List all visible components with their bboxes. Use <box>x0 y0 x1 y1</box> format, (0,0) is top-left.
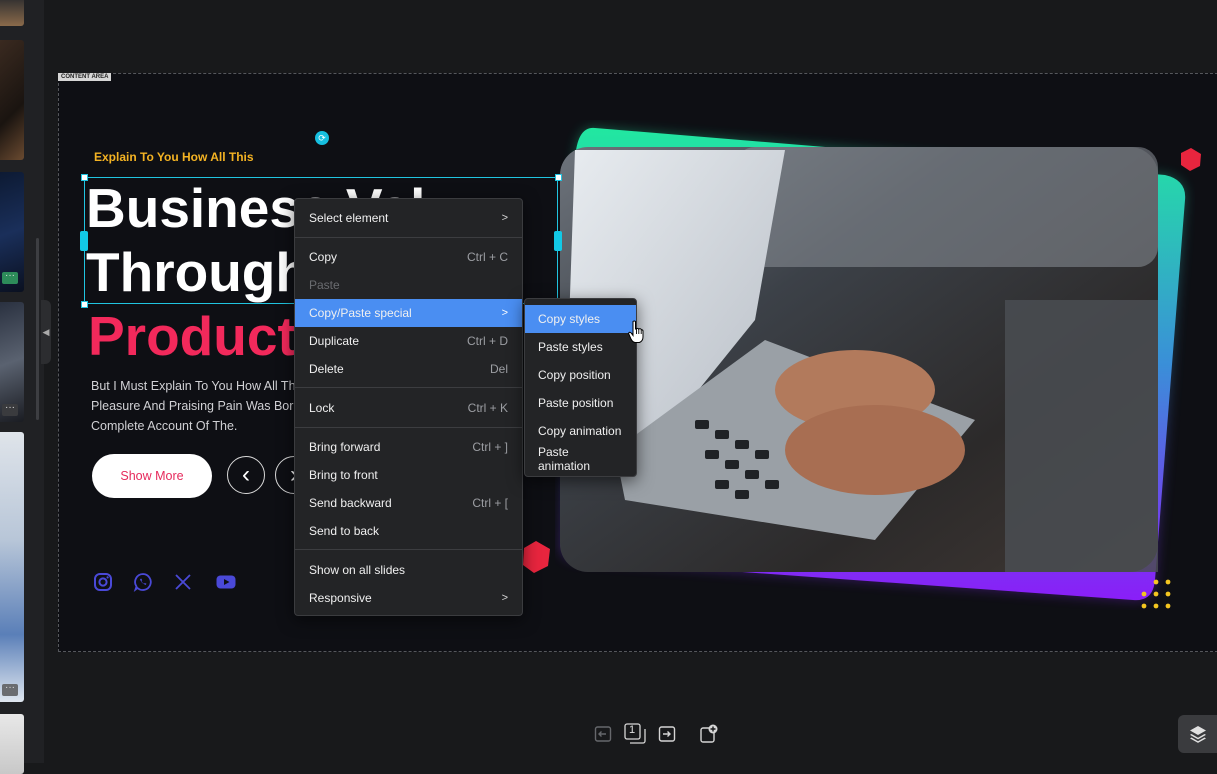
menu-item-shortcut: Ctrl + D <box>466 334 508 348</box>
collapse-panel-handle[interactable]: ◀ <box>41 300 51 364</box>
slide-thumbnail[interactable]: ··· <box>0 432 24 702</box>
menu-item-label: Paste <box>309 278 340 292</box>
show-more-button[interactable]: Show More <box>92 454 212 498</box>
rotate-handle[interactable]: ⟳ <box>315 131 329 145</box>
menu-item-select-element[interactable]: Select element > <box>295 204 522 232</box>
submenu-item-copy-styles[interactable]: Copy styles <box>525 305 636 333</box>
submenu-item-paste-styles[interactable]: Paste styles <box>525 333 636 361</box>
menu-item-duplicate[interactable]: Duplicate Ctrl + D <box>295 327 522 355</box>
menu-item-shortcut: Ctrl + C <box>466 250 508 264</box>
submenu-item-copy-animation[interactable]: Copy animation <box>525 417 636 445</box>
context-menu: Select element > Copy Ctrl + C Paste Cop… <box>294 198 523 616</box>
menu-item-copy[interactable]: Copy Ctrl + C <box>295 243 522 271</box>
menu-item-label: Show on all slides <box>309 563 406 577</box>
rotate-icon: ⟳ <box>318 132 326 143</box>
chevron-left-icon: ◀ <box>42 326 50 337</box>
slide-thumbnail[interactable]: ··· <box>0 172 24 292</box>
menu-item-shortcut: Ctrl + K <box>467 401 508 415</box>
slide-toolbar: 1 <box>590 716 730 752</box>
instagram-icon[interactable] <box>93 572 113 592</box>
menu-divider <box>295 427 522 428</box>
x-icon[interactable] <box>173 572 193 592</box>
slide-thumbnail[interactable]: ··· <box>0 40 24 160</box>
thumbnail-more-icon[interactable]: ··· <box>2 403 18 416</box>
slide-thumbnail[interactable]: ··· <box>0 302 24 422</box>
chevron-right-icon: > <box>501 212 508 224</box>
decor-dots <box>1141 579 1171 609</box>
menu-item-bring-to-front[interactable]: Bring to front <box>295 461 522 489</box>
menu-item-label: Delete <box>309 362 344 376</box>
menu-item-label: Select element <box>309 211 389 225</box>
submenu-item-copy-position[interactable]: Copy position <box>525 361 636 389</box>
menu-item-lock[interactable]: Lock Ctrl + K <box>295 394 522 422</box>
chevron-right-icon: > <box>501 307 508 319</box>
decor-hexagon <box>523 541 550 573</box>
slide-body-text[interactable]: But I Must Explain To You How All Th Ple… <box>91 376 321 436</box>
resize-handle[interactable] <box>81 301 88 308</box>
menu-item-label: Send backward <box>309 496 392 510</box>
chevron-left-icon: ‹ <box>242 461 250 488</box>
submenu-item-paste-position[interactable]: Paste position <box>525 389 636 417</box>
menu-item-label: Duplicate <box>309 334 360 348</box>
layers-button[interactable] <box>1178 715 1217 753</box>
submenu-item-paste-animation[interactable]: Paste animation <box>525 445 636 473</box>
content-area-tag: CONTENT AREA <box>58 73 112 81</box>
whatsapp-icon[interactable] <box>133 572 153 592</box>
menu-item-shortcut: Del <box>489 362 508 376</box>
hero-image-graphic <box>560 127 1186 601</box>
menu-item-label: Responsive <box>309 591 372 605</box>
slide-thumbnail-strip: ··· ··· ··· ··· ◀ <box>0 0 51 774</box>
strip-scrollbar[interactable] <box>36 238 39 420</box>
slide-thumbnail[interactable] <box>0 714 24 774</box>
move-slide-left-icon[interactable] <box>590 721 616 747</box>
thumbnail-more-icon[interactable]: ··· <box>2 271 18 284</box>
page-number-indicator[interactable]: 1 <box>622 721 648 747</box>
hand-pointer-cursor-icon <box>628 320 644 343</box>
resize-handle-side[interactable] <box>554 231 562 251</box>
resize-handle[interactable] <box>81 174 88 181</box>
copy-paste-special-submenu: Copy styles Paste styles Copy position P… <box>524 298 637 477</box>
menu-item-label: Bring forward <box>309 440 381 454</box>
menu-item-shortcut: Ctrl + [ <box>472 496 508 510</box>
menu-item-show-on-all-slides[interactable]: Show on all slides <box>295 556 522 584</box>
menu-item-bring-forward[interactable]: Bring forward Ctrl + ] <box>295 433 522 461</box>
slide-thumbnail[interactable] <box>0 0 24 26</box>
menu-item-label: Bring to front <box>309 468 378 482</box>
decor-hexagon <box>1181 148 1201 171</box>
menu-item-paste: Paste <box>295 271 522 299</box>
add-slide-icon[interactable] <box>696 721 722 747</box>
menu-divider <box>295 237 522 238</box>
menu-divider <box>295 549 522 550</box>
menu-divider <box>295 387 522 388</box>
menu-item-send-backward[interactable]: Send backward Ctrl + [ <box>295 489 522 517</box>
layers-icon <box>1190 726 1206 743</box>
menu-item-responsive[interactable]: Responsive > <box>295 584 522 612</box>
menu-item-label: Send to back <box>309 524 380 538</box>
resize-handle-side[interactable] <box>80 231 88 251</box>
hero-image[interactable] <box>555 120 1195 610</box>
menu-item-label: Copy/Paste special <box>309 306 412 320</box>
youtube-icon[interactable] <box>216 572 236 592</box>
slide-kicker[interactable]: Explain To You How All This <box>94 150 254 164</box>
menu-item-shortcut: Ctrl + ] <box>472 440 508 454</box>
chevron-right-icon: > <box>501 592 508 604</box>
menu-item-label: Lock <box>309 401 335 415</box>
menu-item-label: Copy <box>309 250 338 264</box>
page-number: 1 <box>629 724 636 736</box>
menu-item-send-to-back[interactable]: Send to back <box>295 517 522 545</box>
menu-item-copy-paste-special[interactable]: Copy/Paste special > <box>295 299 522 327</box>
prev-slide-button[interactable]: ‹ <box>227 456 265 494</box>
headline-line-3[interactable]: Product <box>88 306 296 367</box>
thumbnail-more-icon[interactable]: ··· <box>2 683 18 696</box>
move-slide-right-icon[interactable] <box>654 721 680 747</box>
menu-item-delete[interactable]: Delete Del <box>295 355 522 383</box>
resize-handle[interactable] <box>555 174 562 181</box>
